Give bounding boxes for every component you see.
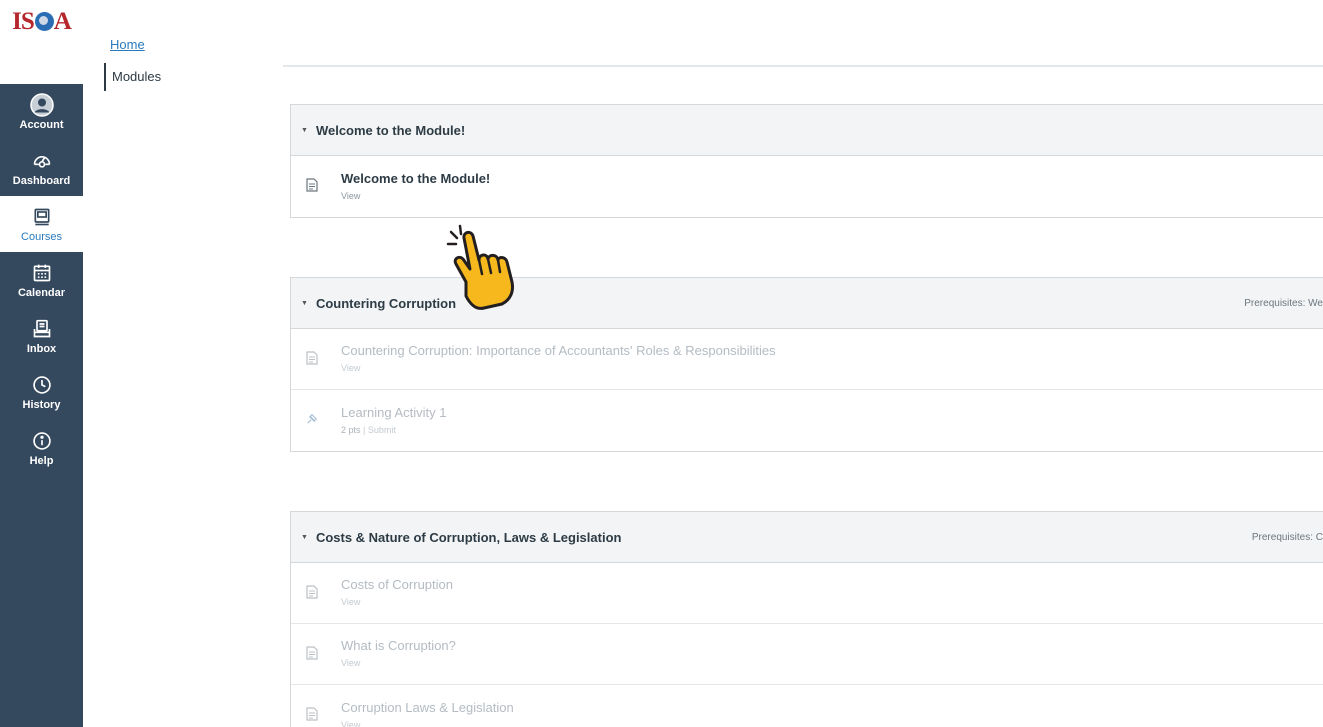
- item-title-link[interactable]: Costs of Corruption: [341, 577, 453, 593]
- module-header[interactable]: ▼ Welcome to the Module!: [291, 105, 1323, 156]
- module-item[interactable]: Countering Corruption: Importance of Acc…: [291, 329, 1323, 390]
- item-title-link[interactable]: Countering Corruption: Importance of Acc…: [341, 343, 776, 359]
- course-nav-modules[interactable]: Modules: [104, 63, 204, 91]
- module-item[interactable]: What is Corruption? View: [291, 624, 1323, 685]
- page-icon: [306, 178, 318, 192]
- page-icon: [306, 585, 318, 599]
- prerequisites-label: Prerequisites: C: [1251, 531, 1323, 543]
- institution-logo[interactable]: IS A: [0, 0, 83, 84]
- item-view-label: View: [341, 597, 361, 607]
- submit-label: Submit: [367, 424, 396, 435]
- module-welcome: ▼ Welcome to the Module! Welcome to the …: [290, 104, 1323, 218]
- collapse-caret-icon[interactable]: ▼: [301, 534, 308, 541]
- page-icon: [306, 707, 318, 721]
- assignment-icon: [307, 413, 318, 424]
- account-icon: [29, 93, 54, 117]
- inbox-icon: [30, 317, 54, 341]
- nav-calendar[interactable]: Calendar: [0, 252, 83, 308]
- item-view-label: View: [341, 363, 361, 373]
- dashboard-icon: [30, 149, 54, 173]
- pointing-hand-cursor-icon: [446, 224, 514, 310]
- help-icon: [30, 429, 54, 453]
- breadcrumb-home-link[interactable]: Home: [110, 37, 145, 52]
- page-icon: [306, 646, 318, 660]
- globe-icon: [34, 12, 54, 31]
- item-title-link[interactable]: Welcome to the Module!: [341, 171, 490, 187]
- module-title: Countering Corruption: [315, 295, 457, 311]
- module-title: Welcome to the Module!: [315, 122, 466, 138]
- module-header[interactable]: ▼ Costs & Nature of Corruption, Laws & L…: [291, 512, 1323, 563]
- module-item[interactable]: Welcome to the Module! View: [291, 156, 1323, 217]
- logo-wordmark: IS A: [12, 8, 72, 35]
- nav-history[interactable]: History: [0, 364, 83, 420]
- item-view-label: View: [341, 658, 361, 668]
- module-item[interactable]: Costs of Corruption View: [291, 563, 1323, 624]
- points-label: 2 pts: [341, 424, 361, 435]
- item-title-link[interactable]: Learning Activity 1: [341, 405, 447, 421]
- prerequisites-label: Prerequisites: We: [1244, 297, 1323, 309]
- nav-courses[interactable]: Courses: [0, 196, 83, 252]
- module-item[interactable]: Learning Activity 1 2 pts | Submit: [291, 390, 1323, 451]
- courses-icon: [30, 205, 54, 229]
- collapse-caret-icon[interactable]: ▼: [301, 300, 308, 307]
- nav-inbox[interactable]: Inbox: [0, 308, 83, 364]
- item-meta: 2 pts | Submit: [341, 424, 396, 435]
- page-icon: [306, 351, 318, 365]
- module-countering-corruption: ▼ Countering Corruption Prerequisites: W…: [290, 277, 1323, 452]
- nav-account[interactable]: Account: [0, 84, 83, 140]
- header-divider: [283, 65, 1323, 67]
- module-item[interactable]: Corruption Laws & Legislation View: [291, 685, 1323, 727]
- nav-help[interactable]: Help: [0, 420, 83, 476]
- history-icon: [30, 373, 54, 397]
- item-view-label: View: [341, 719, 361, 727]
- item-title-link[interactable]: Corruption Laws & Legislation: [341, 700, 514, 716]
- global-navigation: IS A Account Dashboard Courses Calendar I…: [0, 0, 83, 727]
- nav-dashboard[interactable]: Dashboard: [0, 140, 83, 196]
- collapse-caret-icon[interactable]: ▼: [301, 127, 308, 134]
- item-title-link[interactable]: What is Corruption?: [341, 638, 456, 654]
- module-title: Costs & Nature of Corruption, Laws & Leg…: [315, 529, 622, 545]
- item-view-label: View: [341, 190, 361, 201]
- module-costs-nature: ▼ Costs & Nature of Corruption, Laws & L…: [290, 511, 1323, 727]
- calendar-icon: [30, 261, 54, 285]
